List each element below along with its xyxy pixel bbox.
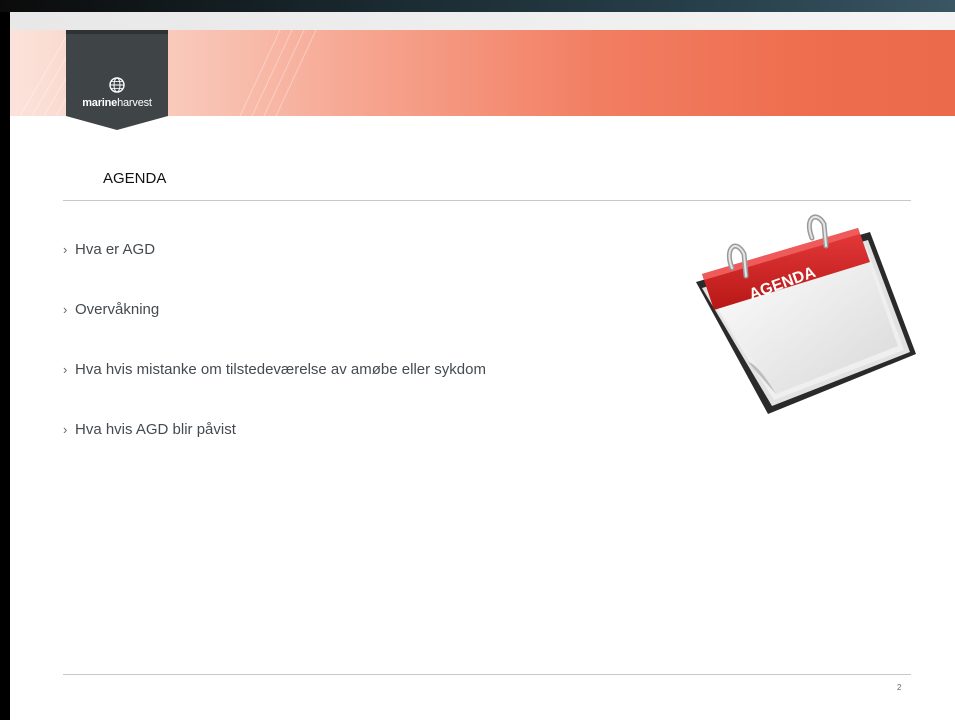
footer-divider [63,674,911,675]
company-logo[interactable]: marineharvest [66,97,168,109]
page-number: 2 [897,683,902,692]
list-item-text: Hva hvis mistanke om tilstedeværelse av … [75,361,486,378]
bullet-chevron-icon: › [63,362,68,377]
frame-left [0,0,10,720]
list-item-text: Hva er AGD [75,241,156,258]
frame-top [0,0,955,12]
list-item: › Overvåkning [63,300,486,360]
globe-logo-icon [109,77,125,93]
slide: marineharvest AGENDA › Hva er AGD › Overvå… [0,0,955,720]
logo-brand-light: harvest [117,97,152,109]
bullet-chevron-icon: › [63,422,68,437]
bullet-chevron-icon: › [63,302,68,317]
list-item: › Hva hvis AGD blir påvist [63,420,486,480]
list-item-text: Hva hvis AGD blir påvist [75,421,236,438]
logo-brand-bold: marine [82,97,118,109]
title-divider [63,200,911,201]
list-item: › Hva hvis mistanke om tilstedeværelse av… [63,360,486,420]
agenda-list: › Hva er AGD › Overvåkning › Hva hvis mista… [63,240,486,480]
slide-title: AGENDA [103,170,167,187]
bullet-chevron-icon: › [63,242,68,257]
list-item-text: Overvåkning [75,301,160,318]
list-item: › Hva er AGD [63,240,486,300]
frame-top-strip [10,12,955,30]
agenda-calendar-icon: AGENDA [696,214,916,414]
